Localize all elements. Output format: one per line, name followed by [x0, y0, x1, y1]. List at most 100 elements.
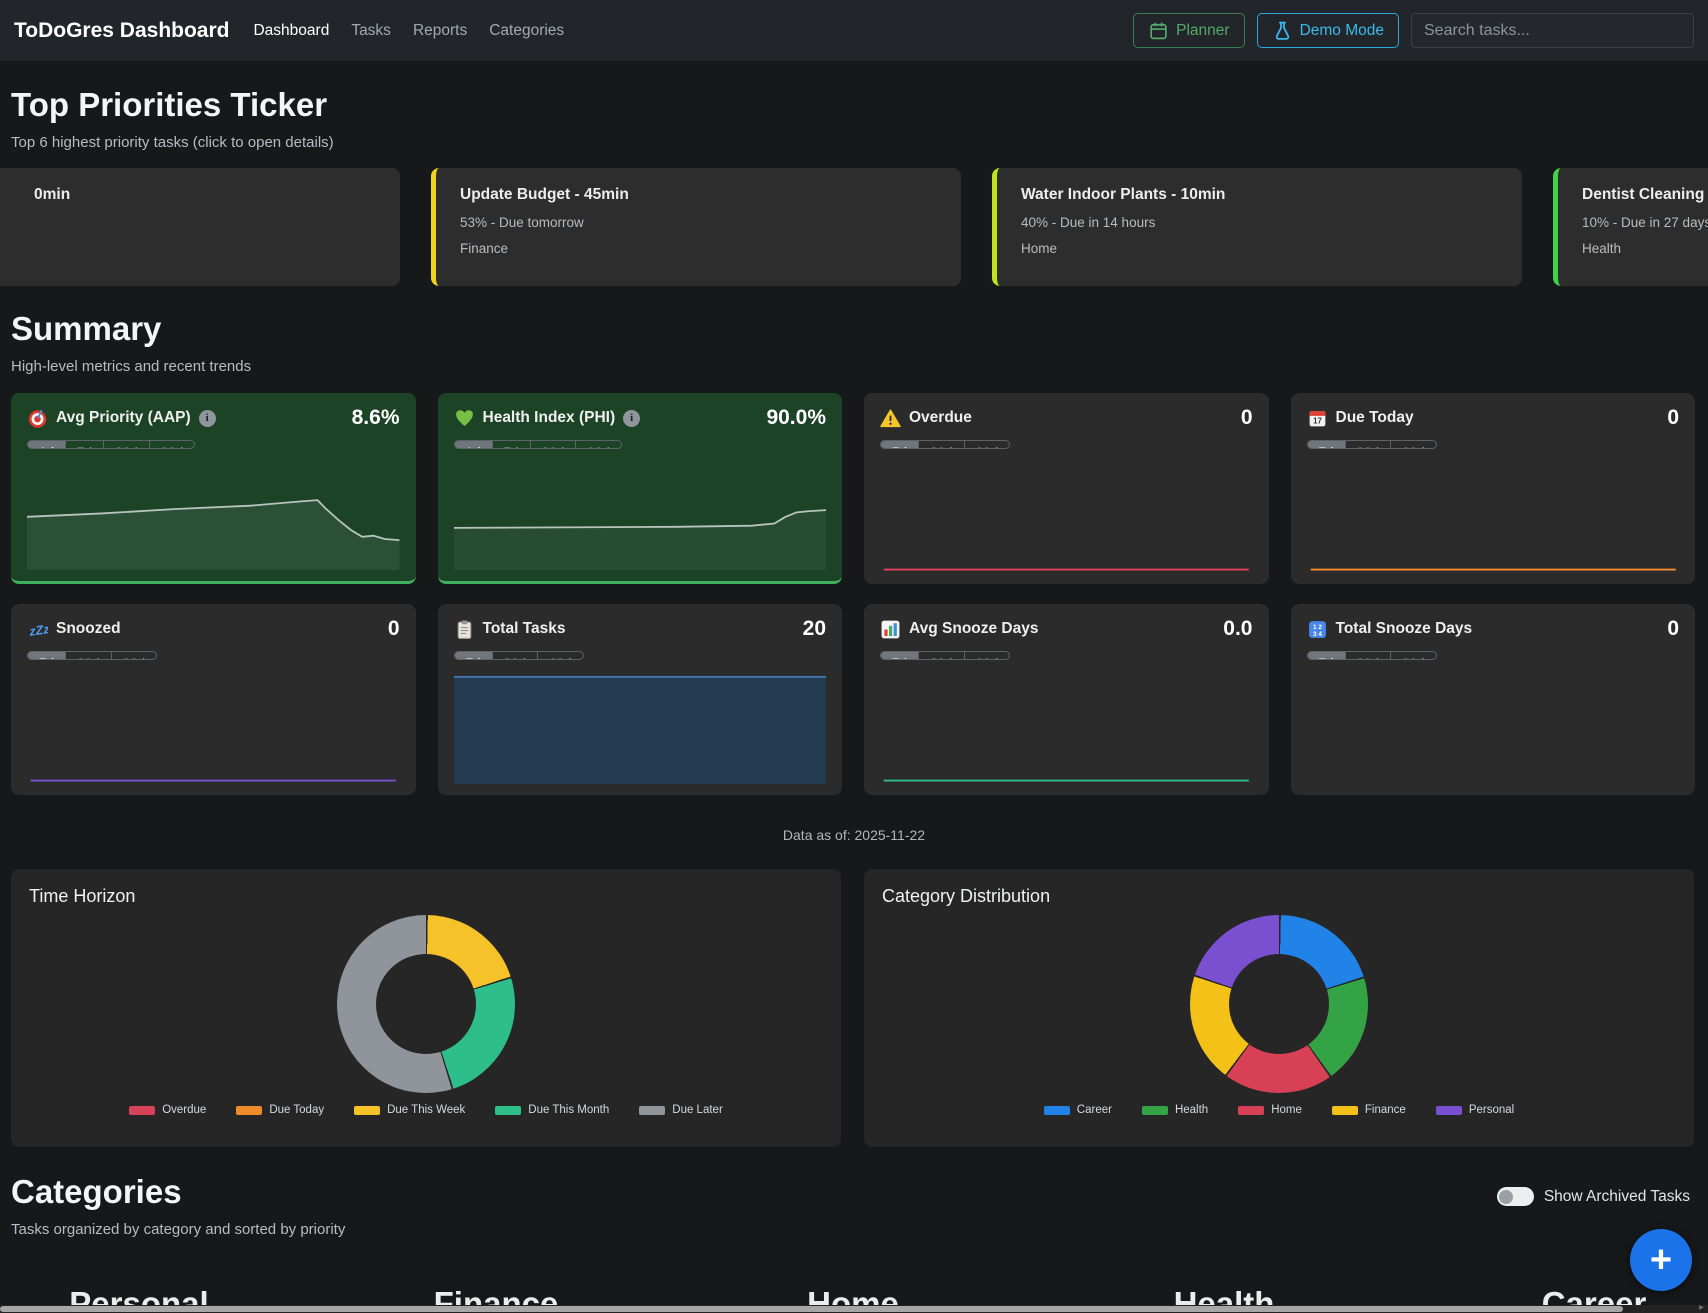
metric-card-avg-snooze-days[interactable]: Avg Snooze Days 0.0 7d 30d 90d: [864, 604, 1269, 795]
demo-mode-label: Demo Mode: [1300, 22, 1384, 40]
range-button[interactable]: 90d: [964, 652, 1010, 660]
range-button[interactable]: 30d: [530, 441, 576, 449]
metric-card-total-snooze-days[interactable]: 1 23 4 Total Snooze Days 0 7d 30d 90d: [1291, 604, 1696, 795]
category-distribution-legend: Career Health Home Finance Personal: [882, 1104, 1676, 1116]
range-selector: 7d 30d 90d: [454, 651, 584, 660]
ticker-card[interactable]: Dentist Cleaning - 6 10% - Due in 27 day…: [1553, 168, 1708, 286]
green-heart-icon: [454, 408, 475, 429]
sparkline-chart: [880, 459, 1253, 573]
range-button[interactable]: 7d: [28, 652, 65, 660]
range-button[interactable]: 90d: [964, 441, 1010, 449]
scrollbar-right-arrow-icon[interactable]: [1699, 1302, 1704, 1313]
metric-title: Avg Snooze Days: [909, 620, 1039, 638]
range-button[interactable]: 7d: [65, 441, 103, 449]
metric-card-snoozed[interactable]: zZz Snoozed 0 7d 30d 90d: [11, 604, 416, 795]
category-distribution-donut-chart[interactable]: [1190, 915, 1368, 1093]
scrollbar-thumb[interactable]: [0, 1306, 1623, 1312]
ticker-card[interactable]: Update Budget - 45min 53% - Due tomorrow…: [431, 168, 961, 286]
categories-header: Categories Tasks organized by category a…: [0, 1173, 1708, 1238]
range-button[interactable]: 30d: [1345, 441, 1391, 449]
category-distribution-panel: Category Distribution Career Health Home…: [864, 869, 1694, 1147]
top-nav: ToDoGres Dashboard Dashboard Tasks Repor…: [0, 0, 1708, 62]
legend-swatch: [129, 1106, 155, 1115]
legend-item: Finance: [1332, 1104, 1406, 1116]
range-selector: 1d 7d 30d 90d: [454, 440, 622, 449]
svg-text:3 4: 3 4: [1312, 631, 1321, 638]
search-input[interactable]: [1411, 13, 1694, 48]
range-button[interactable]: 30d: [918, 652, 964, 660]
metric-card-total-tasks[interactable]: Total Tasks 20 7d 30d 90d: [438, 604, 843, 795]
numbers-icon: 1 23 4: [1307, 619, 1328, 640]
ticker-card-meta: 53% - Due tomorrow: [460, 215, 937, 230]
horizontal-scrollbar[interactable]: [0, 1305, 1708, 1313]
nav-links: Dashboard Tasks Reports Categories: [253, 22, 564, 40]
demo-mode-button[interactable]: Demo Mode: [1257, 13, 1399, 48]
legend-item: Career: [1044, 1104, 1112, 1116]
chart-panels: Time Horizon Overdue Due Today Due This …: [11, 869, 1694, 1147]
time-horizon-panel: Time Horizon Overdue Due Today Due This …: [11, 869, 841, 1147]
show-archived-toggle[interactable]: [1497, 1187, 1534, 1206]
metric-card-due-today[interactable]: 17 Due Today 0 7d 30d 90d: [1291, 393, 1696, 584]
metric-value: 8.6%: [352, 406, 400, 430]
range-button[interactable]: 30d: [103, 441, 149, 449]
nav-link-tasks[interactable]: Tasks: [351, 22, 391, 40]
range-button[interactable]: 7d: [881, 441, 918, 449]
ticker-card[interactable]: 0min: [0, 168, 400, 286]
range-button[interactable]: 30d: [65, 652, 111, 660]
range-button[interactable]: 7d: [1308, 652, 1345, 660]
ticker-card-title: 0min: [0, 186, 376, 204]
range-button[interactable]: 1d: [455, 441, 492, 449]
legend-swatch: [1436, 1106, 1462, 1115]
metric-title: Total Tasks: [483, 620, 566, 638]
nav-link-dashboard[interactable]: Dashboard: [253, 22, 329, 40]
range-button[interactable]: 30d: [918, 441, 964, 449]
range-button[interactable]: 90d: [575, 441, 621, 449]
info-icon[interactable]: i: [623, 410, 640, 427]
range-button[interactable]: 30d: [1345, 652, 1391, 660]
range-button[interactable]: 90d: [1390, 652, 1436, 660]
sparkline-chart: [1307, 459, 1680, 573]
donut-hole: [1229, 954, 1329, 1054]
sparkline-chart: [27, 670, 400, 784]
legend-swatch: [354, 1106, 380, 1115]
metric-card-health-index[interactable]: Health Index (PHI) i 90.0% 1d 7d 30d 90d: [438, 393, 843, 584]
svg-text:17: 17: [1313, 416, 1322, 425]
ticker-card-category: Health: [1582, 241, 1708, 256]
range-button[interactable]: 30d: [492, 652, 538, 660]
ticker-card[interactable]: Water Indoor Plants - 10min 40% - Due in…: [992, 168, 1522, 286]
range-button[interactable]: 7d: [881, 652, 918, 660]
legend-item: Due This Week: [354, 1104, 465, 1116]
range-button[interactable]: 90d: [111, 652, 157, 660]
sparkline-chart: [1307, 670, 1680, 784]
ticker-strip: 0min Update Budget - 45min 53% - Due tom…: [0, 168, 1708, 286]
range-button[interactable]: 7d: [455, 652, 492, 660]
add-task-button[interactable]: +: [1630, 1229, 1692, 1291]
metric-value: 0: [1241, 406, 1253, 430]
range-button[interactable]: 90d: [1390, 441, 1436, 449]
info-icon[interactable]: i: [199, 410, 216, 427]
bar-chart-icon: [880, 619, 901, 640]
metric-card-avg-priority[interactable]: Avg Priority (AAP) i 8.6% 1d 7d 30d 90d: [11, 393, 416, 584]
time-horizon-donut-chart[interactable]: [337, 915, 515, 1093]
metric-card-overdue[interactable]: Overdue 0 7d 30d 90d: [864, 393, 1269, 584]
range-button[interactable]: 90d: [537, 652, 583, 660]
range-button[interactable]: 7d: [1308, 441, 1345, 449]
flask-icon: [1272, 20, 1293, 41]
range-button[interactable]: 7d: [492, 441, 530, 449]
metric-value: 0: [1667, 406, 1679, 430]
metric-value: 0.0: [1223, 617, 1252, 641]
panel-title: Time Horizon: [29, 886, 823, 907]
categories-subtitle: Tasks organized by category and sorted b…: [11, 1221, 1708, 1238]
metric-value: 0: [388, 617, 400, 641]
time-horizon-legend: Overdue Due Today Due This Week Due This…: [29, 1104, 823, 1116]
target-icon: [27, 408, 48, 429]
legend-item: Overdue: [129, 1104, 206, 1116]
nav-link-categories[interactable]: Categories: [489, 22, 564, 40]
legend-swatch: [1238, 1106, 1264, 1115]
planner-button[interactable]: Planner: [1133, 13, 1244, 48]
svg-text:zZz: zZz: [27, 622, 48, 639]
metric-title: Overdue: [909, 409, 972, 427]
range-button[interactable]: 90d: [149, 441, 195, 449]
range-button[interactable]: 1d: [28, 441, 65, 449]
nav-link-reports[interactable]: Reports: [413, 22, 467, 40]
